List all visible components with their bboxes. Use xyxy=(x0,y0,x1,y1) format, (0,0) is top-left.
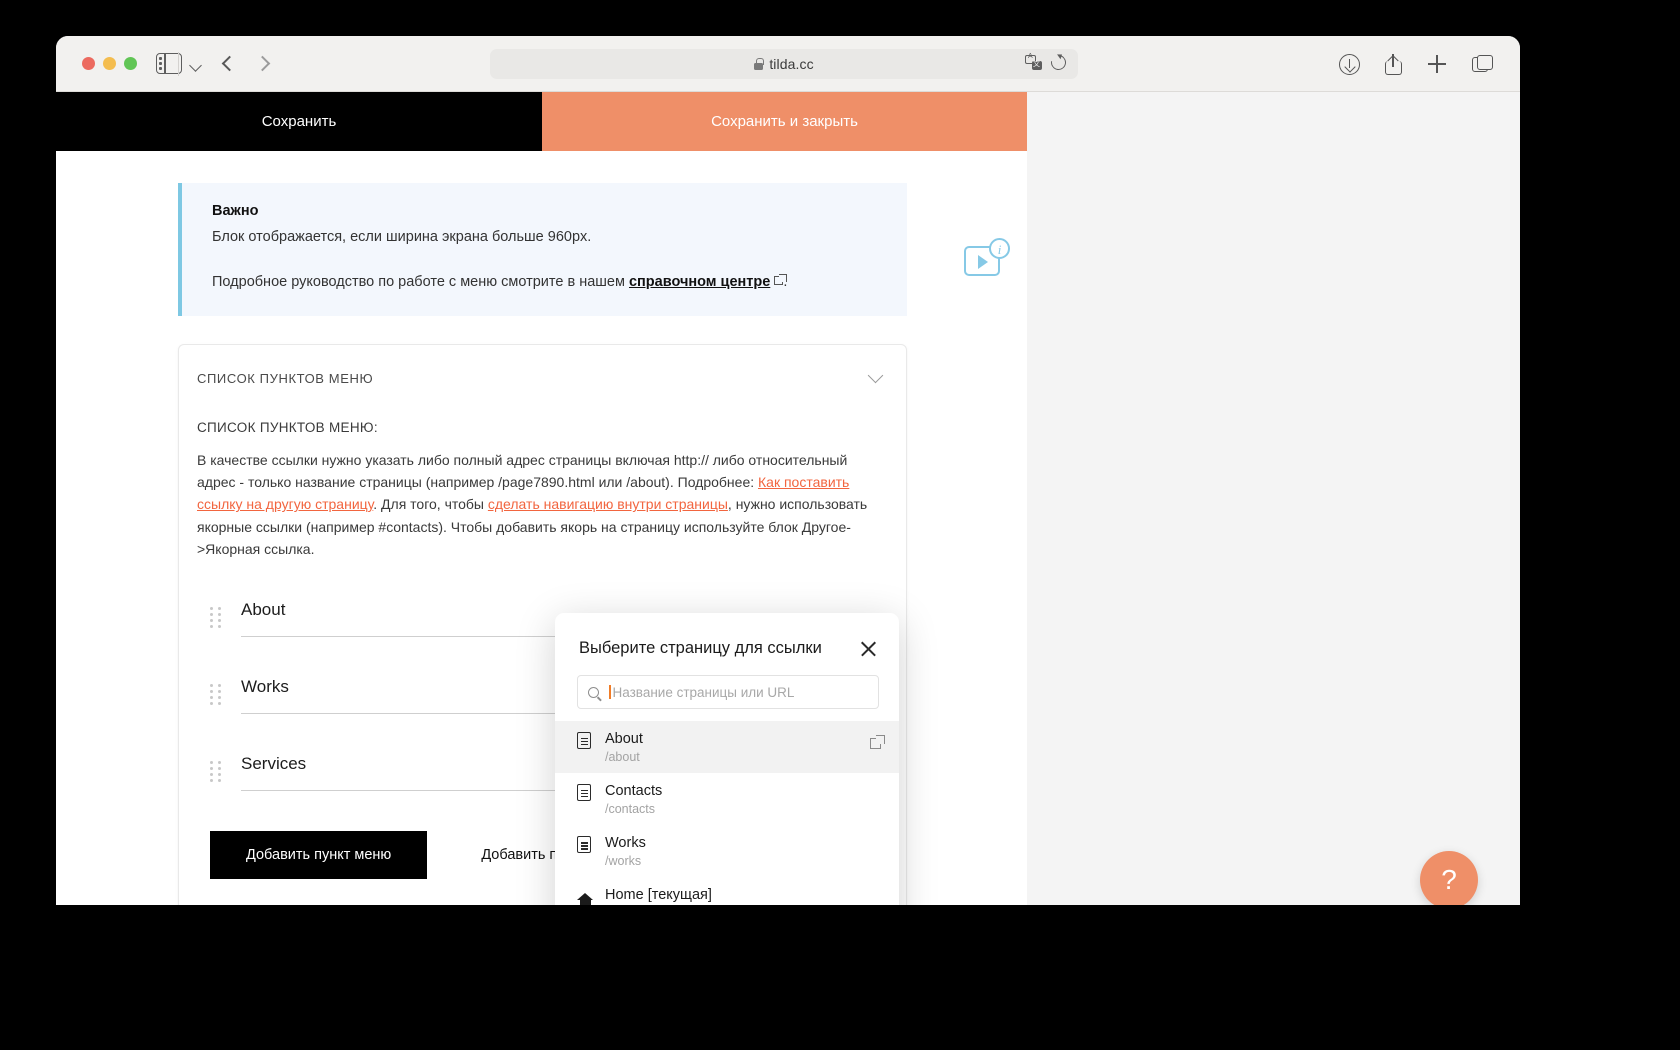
notice-line-1: Блок отображается, если ширина экрана бо… xyxy=(212,229,592,245)
desc-part-1: В качестве ссылки нужно указать либо пол… xyxy=(197,451,848,490)
page-url: /works xyxy=(605,854,642,869)
search-placeholder: Название страницы или URL xyxy=(612,684,795,700)
menu-items-card-header[interactable]: СПИСОК ПУНКТОВ МЕНЮ xyxy=(179,345,906,408)
list-item-text: Home [текущая] /home xyxy=(605,886,712,905)
url-text: tilda.cc xyxy=(769,56,814,72)
search-input[interactable]: Название страницы или URL xyxy=(577,675,879,709)
list-item[interactable]: Contacts /contacts xyxy=(555,773,899,825)
drag-handle-icon[interactable] xyxy=(210,607,222,629)
help-center-link[interactable]: справочном центре xyxy=(629,274,770,290)
list-item[interactable]: Works /works xyxy=(555,825,899,877)
chevron-down-icon[interactable] xyxy=(867,367,884,384)
page-url: /contacts xyxy=(605,802,656,817)
chevron-down-icon[interactable] xyxy=(189,59,202,72)
address-bar-actions xyxy=(1025,52,1069,73)
list-item-text: Contacts /contacts xyxy=(605,782,662,816)
plus-icon[interactable] xyxy=(1427,54,1447,74)
browser-window: tilda.cc Сохранить Сохранить и закрыть xyxy=(56,36,1520,905)
page-name: Contacts xyxy=(605,783,663,800)
help-button[interactable]: ? xyxy=(1420,851,1478,905)
desc-part-2: . Для того, чтобы xyxy=(373,496,488,513)
save-button[interactable]: Сохранить xyxy=(56,92,542,151)
reload-icon[interactable] xyxy=(1048,52,1069,73)
close-icon[interactable] xyxy=(860,640,877,657)
tabs-icon[interactable] xyxy=(1472,54,1494,74)
drag-handle-icon[interactable] xyxy=(210,684,222,706)
notice-line-2-prefix: Подробное руководство по работе с меню с… xyxy=(212,273,629,290)
add-menu-item-button[interactable]: Добавить пункт меню xyxy=(210,831,428,880)
card-title: СПИСОК ПУНКТОВ МЕНЮ xyxy=(197,370,374,386)
page-viewport: Сохранить Сохранить и закрыть Важно Блок… xyxy=(56,92,1520,905)
notice-line-2: Подробное руководство по работе с меню с… xyxy=(212,272,883,294)
page-name: Home [текущая] xyxy=(605,887,712,904)
page-list: About /about Contacts /contacts Works /w… xyxy=(555,721,899,905)
list-item-text: Works /works xyxy=(605,834,646,868)
link-in-page-navigation[interactable]: сделать навигацию внутри страницы xyxy=(488,496,728,512)
browser-right-actions xyxy=(1339,53,1494,75)
document-icon xyxy=(577,732,591,749)
window-traffic-lights[interactable] xyxy=(82,57,137,70)
search-icon xyxy=(588,686,599,698)
document-icon xyxy=(577,836,591,854)
external-link-icon xyxy=(774,273,788,285)
tilda-editor-page: Сохранить Сохранить и закрыть Важно Блок… xyxy=(56,92,1478,905)
browser-toolbar: tilda.cc xyxy=(56,36,1520,92)
home-icon xyxy=(577,888,594,905)
list-item-text: About /about xyxy=(605,730,643,764)
back-arrow-icon[interactable] xyxy=(219,53,241,75)
notice-title: Важно xyxy=(212,203,259,219)
select-page-modal: Выберите страницу для ссылки Название ст… xyxy=(555,613,899,905)
toolbar-divider xyxy=(178,52,179,76)
add-secondary-button[interactable]: Добавить п xyxy=(481,847,557,863)
address-bar[interactable]: tilda.cc xyxy=(490,49,1078,79)
section-label: СПИСОК ПУНКТОВ МЕНЮ: xyxy=(197,419,378,435)
video-info-icon[interactable]: i xyxy=(964,238,1010,280)
url-text-wrap: tilda.cc xyxy=(754,56,814,72)
maximize-window-button[interactable] xyxy=(124,57,137,70)
save-and-close-button[interactable]: Сохранить и закрыть xyxy=(542,92,1027,151)
share-icon[interactable] xyxy=(1385,53,1402,75)
document-icon xyxy=(577,784,591,802)
close-window-button[interactable] xyxy=(82,57,95,70)
important-notice: Важно Блок отображается, если ширина экр… xyxy=(178,183,907,316)
screenshot-root: tilda.cc Сохранить Сохранить и закрыть xyxy=(0,0,1680,1050)
text-caret xyxy=(609,685,611,699)
drag-handle-icon[interactable] xyxy=(210,761,222,783)
editor-topbar: Сохранить Сохранить и закрыть xyxy=(56,92,1027,151)
page-name: About xyxy=(605,731,643,747)
modal-header: Выберите страницу для ссылки xyxy=(555,613,899,658)
lock-icon xyxy=(754,58,764,70)
page-name: Works xyxy=(605,835,646,852)
list-item[interactable]: Home [текущая] /home xyxy=(555,877,899,905)
open-external-icon[interactable] xyxy=(870,735,885,749)
menu-description: В качестве ссылки нужно указать либо пол… xyxy=(197,449,878,561)
minimize-window-button[interactable] xyxy=(103,57,116,70)
forward-arrow-icon[interactable] xyxy=(254,53,277,75)
download-icon[interactable] xyxy=(1339,53,1360,75)
modal-title: Выберите страницу для ссылки xyxy=(579,639,822,657)
translate-icon[interactable] xyxy=(1025,53,1042,70)
page-url: /about xyxy=(605,750,640,765)
list-item[interactable]: About /about xyxy=(555,721,899,774)
